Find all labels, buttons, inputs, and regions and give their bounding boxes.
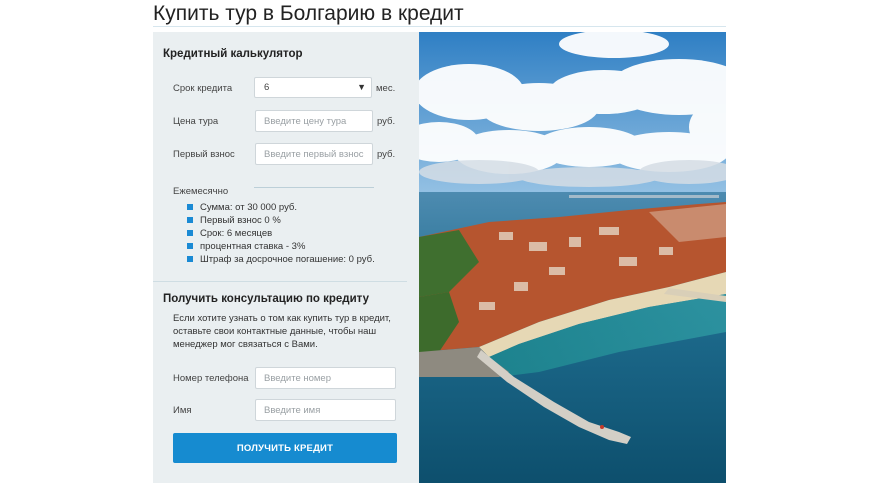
consultation-heading: Получить консультацию по кредиту [163,293,369,305]
list-item: Сумма: от 30 000 руб. [187,201,375,214]
term-unit: мес. [376,83,396,94]
bullet-square-icon [187,243,193,249]
term-select[interactable]: 6 ▼ [254,77,372,98]
list-item: процентная ставка - 3% [187,240,375,253]
price-label: Цена тура [173,116,219,127]
bullet-square-icon [187,204,193,210]
price-unit: руб. [377,116,396,127]
calculator-heading: Кредитный калькулятор [163,48,303,60]
phone-label: Номер телефона [173,373,249,384]
phone-input[interactable] [255,367,396,389]
list-item: Штраф за досрочное погашение: 0 руб. [187,253,375,266]
term-label: Срок кредита [173,83,233,94]
term-select-value: 6 [264,82,270,93]
monthly-result-line [254,187,374,188]
page-title: Купить тур в Болгарию в кредит [153,2,464,25]
get-credit-button[interactable]: Получить кредит [173,433,397,463]
conditions-list: Сумма: от 30 000 руб. Первый взнос 0 % С… [187,201,375,266]
consultation-description: Если хотите узнать о том как купить тур … [173,313,391,350]
bulgaria-coast-photo [419,32,726,483]
price-input[interactable] [255,110,373,132]
dropdown-arrow-icon: ▼ [357,82,366,92]
bullet-square-icon [187,256,193,262]
down-payment-input[interactable] [255,143,373,165]
bullet-square-icon [187,217,193,223]
list-item: Срок: 6 месяцев [187,227,375,240]
list-item: Первый взнос 0 % [187,214,375,227]
bullet-square-icon [187,230,193,236]
monthly-label: Ежемесячно [173,186,229,197]
title-divider [153,26,726,27]
section-divider [153,281,407,282]
name-input[interactable] [255,399,396,421]
down-payment-unit: руб. [377,149,396,160]
down-payment-label: Первый взнос [173,149,235,160]
name-label: Имя [173,405,192,416]
